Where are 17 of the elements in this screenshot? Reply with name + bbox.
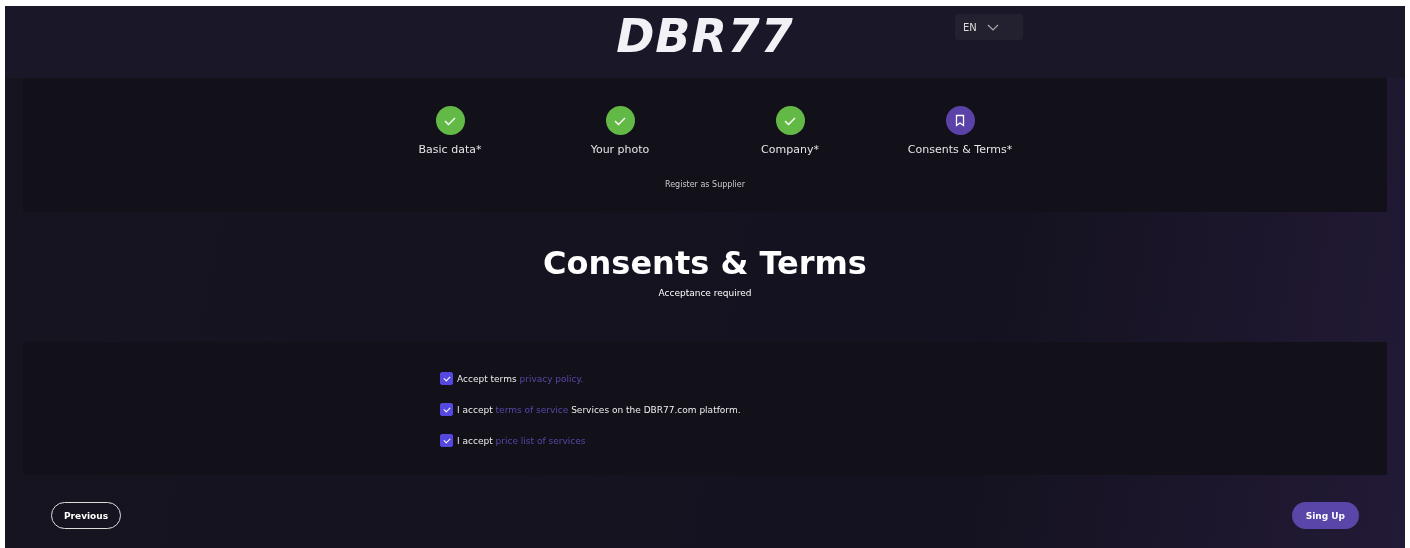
step-label: Basic data* bbox=[418, 143, 482, 156]
register-role-text: Register as Supplier bbox=[664, 180, 746, 189]
sign-up-button[interactable]: Sing Up bbox=[1291, 502, 1359, 529]
step-label: Your photo bbox=[590, 143, 650, 156]
chevron-down-icon bbox=[986, 23, 999, 31]
checkbox[interactable] bbox=[440, 434, 453, 447]
consent-text: I accept terms of service Services on the DBR77.com platform. bbox=[457, 404, 741, 415]
step-label: Company* bbox=[761, 143, 819, 156]
step-label: Consents & Terms* bbox=[907, 143, 1013, 156]
consent-text: Accept terms privacy policy. bbox=[457, 373, 584, 384]
language-select[interactable]: EN bbox=[955, 14, 1023, 40]
consent-text: I accept price list of services bbox=[457, 435, 586, 446]
checkbox[interactable] bbox=[440, 372, 453, 385]
page-subheading: Acceptance required bbox=[658, 288, 752, 298]
checkbox[interactable] bbox=[440, 403, 453, 416]
page-heading: Consents & Terms bbox=[543, 244, 867, 282]
logo: DBR77 bbox=[616, 8, 794, 64]
